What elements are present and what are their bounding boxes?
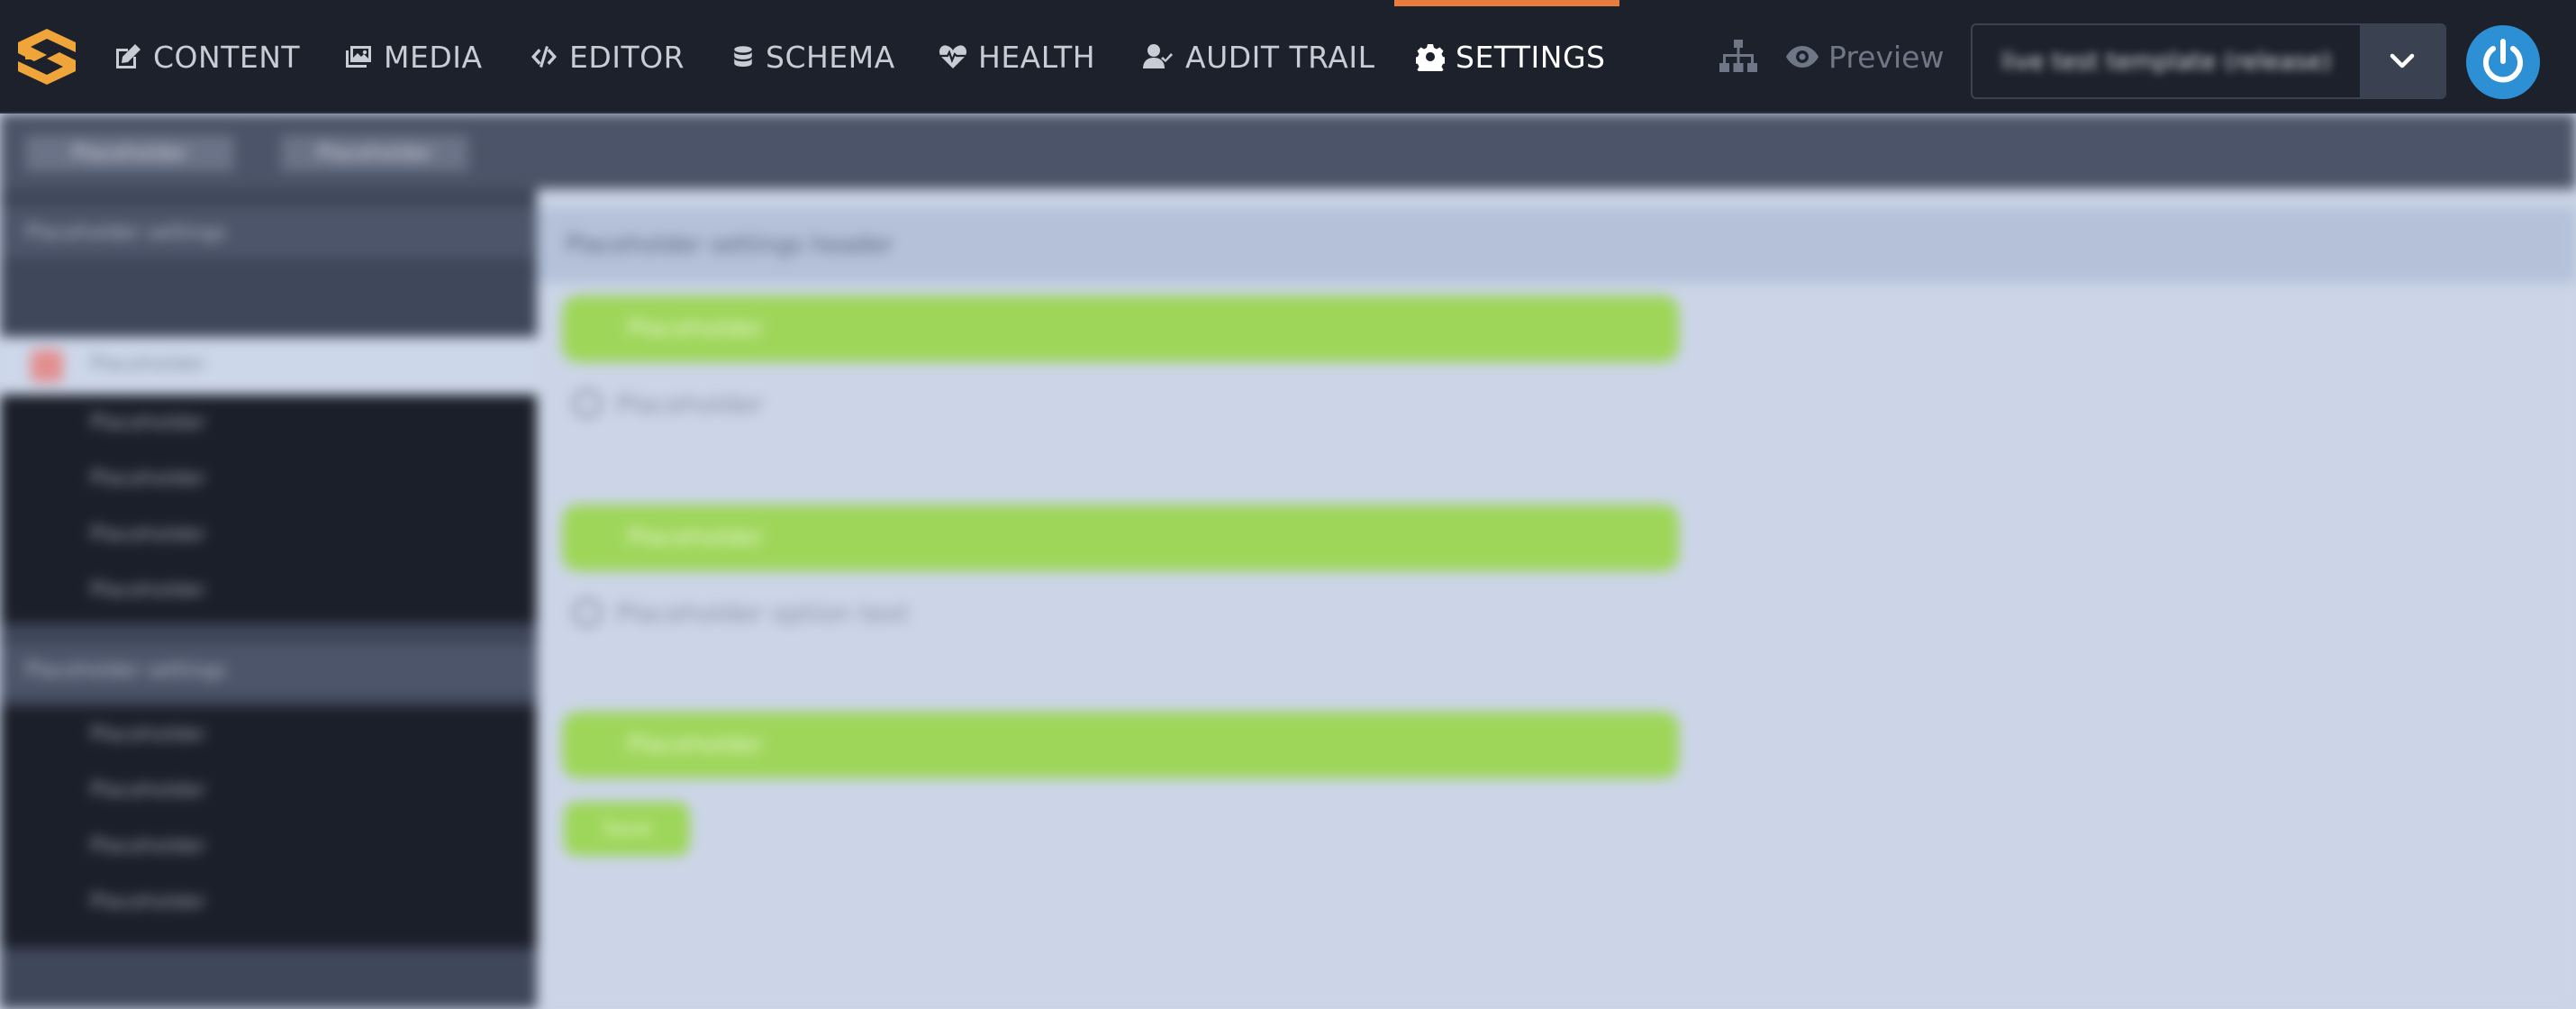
nav-schema-label: SCHEMA [766, 39, 895, 75]
sidebar-item[interactable]: Placeholder [0, 706, 537, 762]
user-check-icon [1143, 44, 1173, 68]
nav-audit-trail-label: AUDIT TRAIL [1185, 39, 1375, 75]
nav-settings[interactable]: SETTINGS [1416, 0, 1605, 114]
preview-label: Preview [1828, 39, 1945, 75]
sub-tab[interactable]: Placeholder [25, 135, 234, 171]
sub-tab[interactable]: Placeholder [281, 135, 468, 171]
power-icon [2483, 39, 2523, 83]
sidebar-selected-item[interactable]: Placeholder [0, 337, 537, 395]
blurred-content-area: Placeholder Placeholder Placeholder sett… [0, 114, 2576, 1009]
setting-bar[interactable]: Placeholder [562, 712, 1679, 778]
nav-health-label: HEALTH [978, 39, 1096, 75]
code-icon [531, 46, 557, 68]
sidebar-section-header: Placeholder settings [0, 207, 537, 258]
sitemap-icon[interactable] [1719, 40, 1758, 76]
sidebar-item-icon [31, 350, 63, 382]
nav-audit-trail[interactable]: AUDIT TRAIL [1140, 0, 1374, 114]
radio-icon [573, 389, 602, 418]
top-navigation-bar: CONTENT MEDIA EDITOR SCHEMA HEALTH AUDIT… [0, 0, 2576, 114]
nav-schema[interactable]: SCHEMA [731, 0, 895, 114]
settings-sidebar: Placeholder settings Placeholder Placeho… [0, 189, 537, 1009]
sidebar-item[interactable]: Placeholder [0, 562, 537, 618]
database-icon [734, 46, 752, 67]
sidebar-item[interactable]: Placeholder [0, 395, 537, 450]
setting-bar[interactable]: Placeholder [562, 295, 1679, 362]
power-button[interactable] [2466, 25, 2540, 99]
setting-bar[interactable]: Placeholder [562, 504, 1679, 571]
nav-settings-label: SETTINGS [1456, 39, 1606, 75]
nav-content[interactable]: CONTENT [113, 0, 300, 114]
heartbeat-icon [939, 45, 967, 68]
nav-media-label: MEDIA [384, 39, 483, 75]
setting-option[interactable]: Placeholder [573, 377, 764, 431]
sub-header-bar: Placeholder Placeholder [0, 114, 2576, 189]
setting-option-label: Placeholder option text [616, 597, 910, 628]
environment-dropdown-toggle[interactable] [2360, 25, 2444, 97]
environment-select[interactable]: live test template (release) [1971, 23, 2446, 99]
sidebar-selected-label: Placeholder [90, 353, 206, 376]
main-panel-header: Placeholder settings header [537, 207, 2576, 283]
nav-media[interactable]: MEDIA [344, 0, 483, 114]
eye-icon [1786, 46, 1819, 68]
setting-option-label: Placeholder [616, 388, 764, 419]
chevron-down-icon [2390, 53, 2415, 68]
settings-main-panel: Placeholder settings header Placeholder … [537, 189, 2576, 1009]
sidebar-item[interactable]: Placeholder [0, 506, 537, 562]
gear-icon [1416, 44, 1445, 71]
nav-health[interactable]: HEALTH [939, 0, 1095, 114]
sidebar-item[interactable]: Placeholder [0, 874, 537, 930]
nav-editor-label: EDITOR [569, 39, 685, 75]
environment-select-value: live test template (release) [2001, 47, 2332, 76]
app-logo-icon[interactable] [18, 29, 76, 85]
sidebar-list: Placeholder Placeholder Placeholder Plac… [0, 706, 537, 948]
radio-icon [573, 598, 602, 627]
nav-editor[interactable]: EDITOR [530, 0, 685, 114]
active-tab-indicator [1394, 0, 1619, 6]
images-icon [346, 46, 371, 68]
sidebar-item[interactable]: Placeholder [0, 818, 537, 874]
sidebar-item[interactable]: Placeholder [0, 450, 537, 506]
save-button[interactable]: Save [564, 802, 690, 856]
sidebar-item[interactable]: Placeholder [0, 762, 537, 818]
nav-content-label: CONTENT [153, 39, 301, 75]
preview-link[interactable]: Preview [1785, 0, 1944, 114]
sidebar-section-header: Placeholder settings [0, 645, 537, 695]
setting-option[interactable]: Placeholder option text [573, 586, 909, 640]
edit-icon [116, 44, 141, 68]
sidebar-list: Placeholder Placeholder Placeholder Plac… [0, 395, 537, 623]
